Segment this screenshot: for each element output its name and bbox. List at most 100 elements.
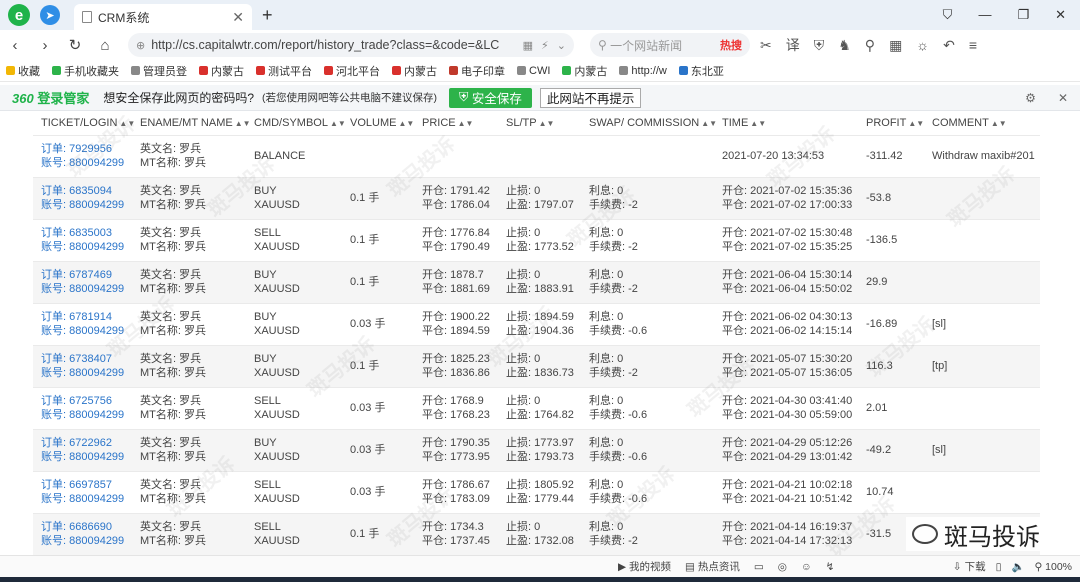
cell-ticket-login-line2[interactable]: 账号: 880094299	[41, 198, 132, 212]
column-header[interactable]: SWAP/ COMMISSION ▲▼	[581, 111, 717, 135]
bookmark-item[interactable]: 测试平台	[256, 63, 312, 79]
mobile-icon[interactable]: ▯	[996, 561, 1002, 573]
lightning-icon[interactable]: ⚡	[541, 39, 549, 52]
cell-ticket-login-line2[interactable]: 账号: 880094299	[41, 366, 132, 380]
cell-names-line2: MT名称: 罗兵	[140, 157, 206, 169]
smile-icon[interactable]: ☺	[801, 561, 812, 573]
browser-logo-icon[interactable]: e	[8, 4, 30, 26]
speed-icon[interactable]: ↯	[826, 561, 835, 573]
search-tool-icon[interactable]: ⚲	[865, 37, 875, 54]
chevron-down-icon[interactable]: ⌄	[557, 39, 566, 52]
never-prompt-button[interactable]: 此网站不再提示	[539, 87, 642, 108]
shield-icon[interactable]: ⛨	[814, 37, 825, 54]
cell-ticket-login-line1[interactable]: 订单: 6781914	[41, 310, 132, 324]
cell-ticket-login-line1[interactable]: 订单: 6835003	[41, 226, 132, 240]
address-bar[interactable]: ⊕ http://cs.capitalwtr.com/report/histor…	[128, 33, 574, 57]
cell-ticket-login-line1[interactable]: 订单: 6738407	[41, 352, 132, 366]
cell-sltp: 止损: 0 止盈: 1732.08	[498, 512, 581, 555]
bookmark-item[interactable]: 电子印章	[449, 63, 505, 79]
cell-ticket-login-line2[interactable]: 账号: 880094299	[41, 324, 132, 338]
bookmark-item[interactable]: 内蒙古	[562, 63, 607, 79]
hot-search-label[interactable]: 热搜	[720, 37, 742, 53]
news-icon: ▤	[685, 561, 695, 573]
cell-ticket-login-line2[interactable]: 账号: 880094299	[41, 408, 132, 422]
undo-icon[interactable]: ↶	[943, 37, 955, 54]
cell-cmd-symbol: SELL XAUUSD	[246, 512, 342, 555]
cell-ticket-login-line2[interactable]: 账号: 880094299	[41, 450, 132, 464]
scissors-icon[interactable]: ✂	[760, 37, 772, 54]
download-button[interactable]: ⇩ 下载	[953, 559, 986, 574]
settings-icon[interactable]: ⚙	[1025, 91, 1036, 105]
cell-ticket-login-line1[interactable]: 订单: 6686690	[41, 520, 132, 534]
cell-ticket-login-line1[interactable]: 订单: 6722962	[41, 436, 132, 450]
shirt-icon[interactable]: ⛉	[943, 7, 953, 23]
cell-ticket-login-line2[interactable]: 账号: 880094299	[41, 492, 132, 506]
safe-save-button[interactable]: ⛨ 安全保存	[449, 87, 532, 108]
cell-price	[414, 134, 498, 177]
cell-names-line1: 英文名: 罗兵	[140, 185, 202, 197]
minimize-icon[interactable]: —	[978, 7, 991, 23]
sort-icon: ▲▼	[119, 118, 136, 128]
bookmark-item[interactable]: 东北亚	[678, 63, 724, 79]
security-icon[interactable]: ⊕	[136, 39, 145, 52]
bookmark-item[interactable]: 河北平台	[324, 63, 380, 79]
column-header[interactable]: CMD/SYMBOL ▲▼	[246, 111, 346, 135]
bookmark-item[interactable]: 手机收藏夹	[52, 63, 119, 79]
cell-ticket-login-line1[interactable]: 订单: 6697857	[41, 478, 132, 492]
cell-ticket-login-line1[interactable]: 订单: 7929956	[41, 142, 132, 156]
refresh-icon[interactable]: ↻	[60, 36, 90, 54]
cell-volume: 0.1 手	[342, 218, 414, 261]
back-icon[interactable]: ‹	[0, 37, 30, 54]
column-header[interactable]: COMMENT ▲▼	[924, 111, 1040, 135]
qr-icon[interactable]: ▦	[523, 39, 533, 52]
close-tab-icon[interactable]: ✕	[232, 9, 244, 26]
cell-time-line2: 平仓: 2021-04-14 17:32:13	[722, 535, 853, 548]
navigation-icon[interactable]: ➤	[40, 5, 60, 25]
bookmark-item[interactable]: 内蒙古	[199, 63, 244, 79]
bookmark-item[interactable]: CWI	[517, 65, 550, 77]
translate-icon[interactable]: 译	[786, 35, 800, 55]
grid-icon[interactable]: ▦	[889, 37, 902, 54]
column-header[interactable]: PRICE ▲▼	[414, 111, 498, 135]
new-tab-icon[interactable]: +	[262, 5, 273, 26]
close-window-icon[interactable]: ✕	[1055, 7, 1066, 23]
ie-icon[interactable]: ◎	[778, 561, 787, 573]
bookmark-item[interactable]: 管理员登	[131, 63, 187, 79]
cell-ticket-login-line2[interactable]: 账号: 880094299	[41, 282, 132, 296]
game-icon[interactable]: ♞	[838, 37, 851, 54]
cell-swap-commission: 利息: 0 手续费: -0.6	[581, 428, 714, 471]
column-header[interactable]: TIME ▲▼	[714, 111, 858, 135]
cell-ticket-login-line1[interactable]: 订单: 6787469	[41, 268, 132, 282]
zoom-level[interactable]: ⚲ 100%	[1035, 561, 1072, 573]
forward-icon[interactable]: ›	[30, 37, 60, 54]
maximize-icon[interactable]: ❐	[1017, 7, 1029, 23]
bookmark-item[interactable]: http://w	[619, 65, 667, 77]
cell-profit: -53.8	[858, 176, 924, 219]
close-bar-icon[interactable]: ✕	[1058, 91, 1068, 105]
url-text[interactable]: http://cs.capitalwtr.com/report/history_…	[151, 38, 514, 52]
home-icon[interactable]: ⌂	[90, 37, 120, 54]
column-header[interactable]: TICKET/LOGIN ▲▼	[33, 111, 136, 135]
cell-ticket-login-line1[interactable]: 订单: 6725756	[41, 394, 132, 408]
column-header[interactable]: PROFIT ▲▼	[858, 111, 924, 135]
tab-crm[interactable]: CRM系统 ✕	[74, 4, 252, 30]
window-icon[interactable]: ▭	[754, 561, 764, 573]
status-link-video[interactable]: ▶ 我的视频	[618, 559, 671, 574]
bookmark-item[interactable]: 内蒙古	[392, 63, 437, 79]
cell-time-line1: 开仓: 2021-05-07 15:30:20	[722, 353, 853, 365]
cell-ticket-login-line2[interactable]: 账号: 880094299	[41, 240, 132, 254]
cell-ticket-login: 订单: 6835094 账号: 880094299	[33, 176, 132, 219]
cell-ticket-login-line2[interactable]: 账号: 880094299	[41, 156, 132, 170]
bookmark-item[interactable]: 收藏	[6, 63, 40, 79]
column-header[interactable]: SL/TP ▲▼	[498, 111, 581, 135]
cell-ticket-login-line2[interactable]: 账号: 880094299	[41, 534, 132, 548]
cell-price: 开仓: 1900.22 平仓: 1894.59	[414, 302, 498, 345]
volume-icon[interactable]: 🔈	[1011, 560, 1024, 573]
column-header[interactable]: ENAME/MT NAME ▲▼	[132, 111, 251, 135]
column-header[interactable]: VOLUME ▲▼	[342, 111, 414, 135]
search-input[interactable]: ⚲ 一个网站新闻 热搜	[590, 33, 750, 57]
menu-icon[interactable]: ≡	[969, 37, 977, 53]
brightness-icon[interactable]: ☼	[916, 37, 929, 53]
status-link-news[interactable]: ▤ 热点资讯	[685, 559, 740, 574]
cell-ticket-login-line1[interactable]: 订单: 6835094	[41, 184, 132, 198]
